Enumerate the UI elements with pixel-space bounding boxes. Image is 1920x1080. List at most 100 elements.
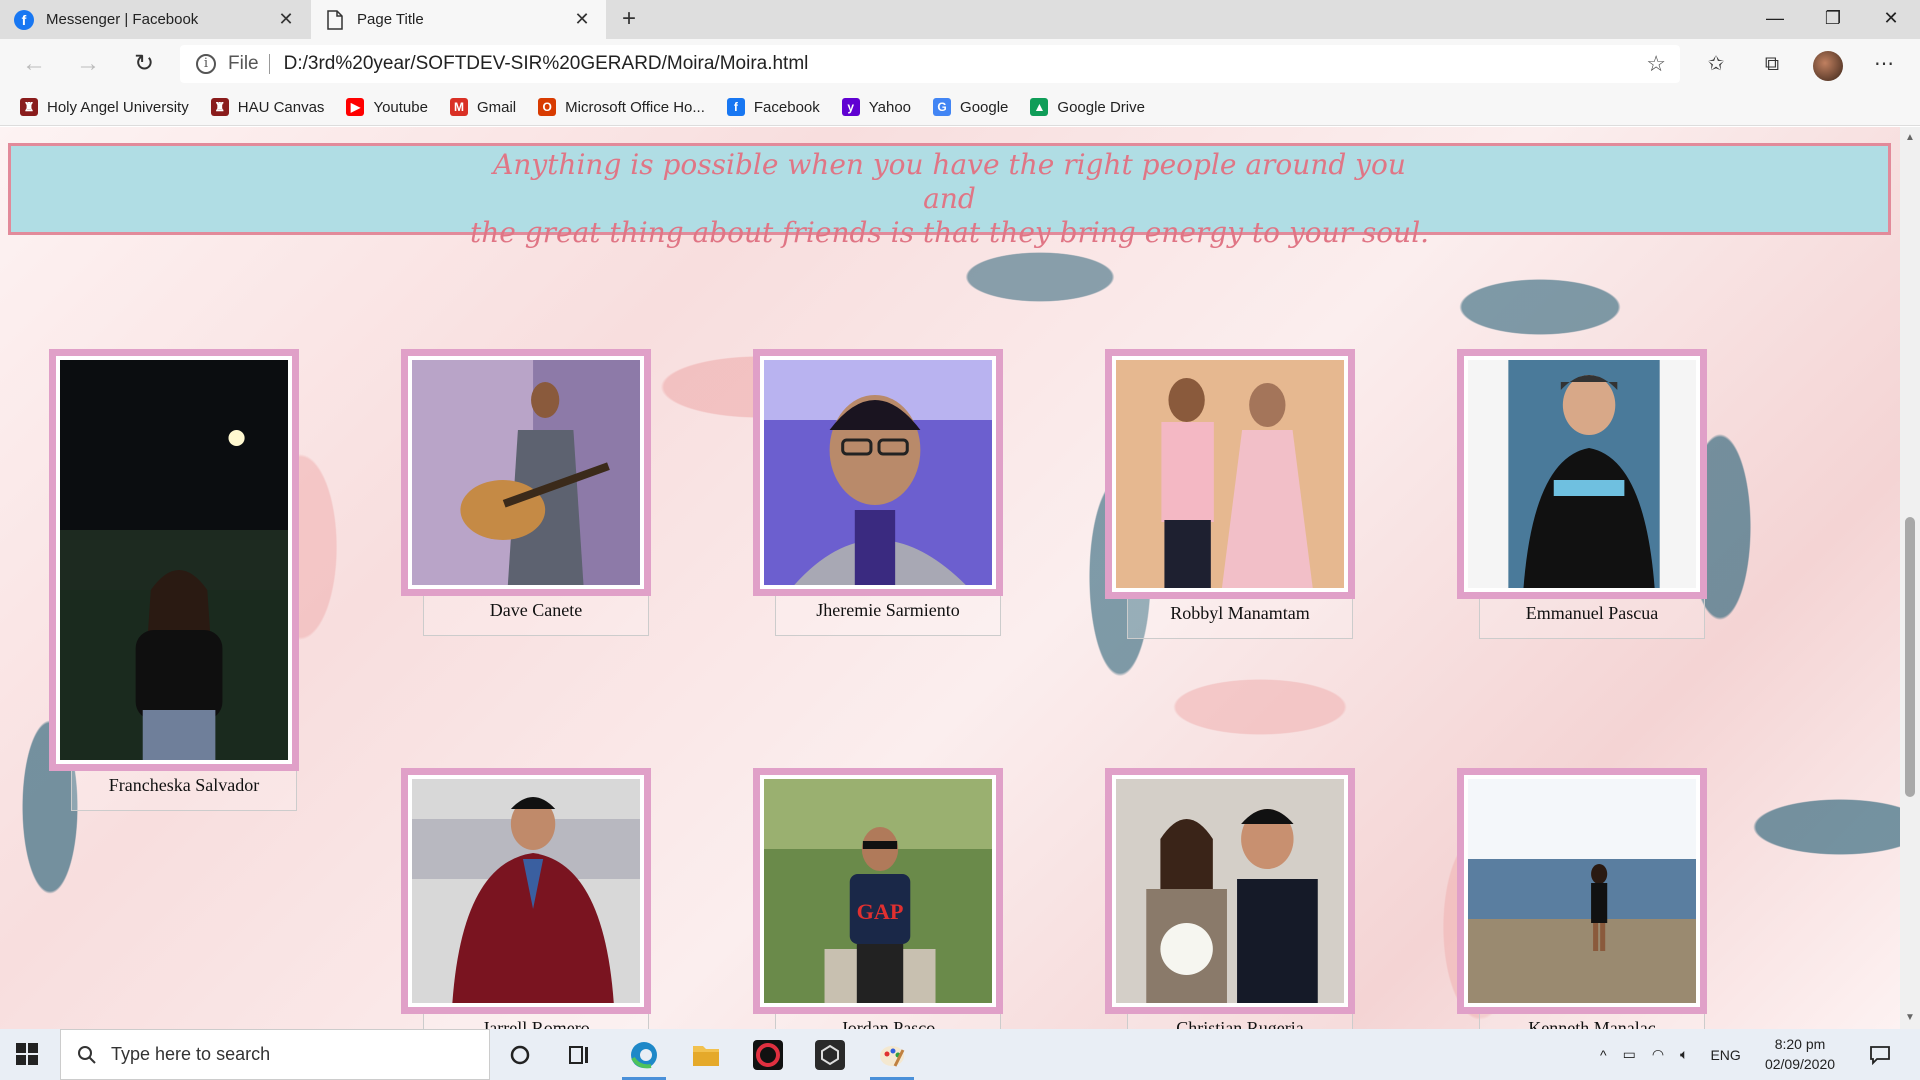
friend-name: Emmanuel Pascua: [1479, 599, 1705, 639]
divider: [268, 54, 270, 74]
youtube-icon: ▶: [346, 98, 365, 116]
friend-card: Emmanuel Pascua: [1457, 349, 1707, 639]
volume-icon[interactable]: 🔈︎: [1680, 1046, 1688, 1063]
paint-icon[interactable]: [874, 1037, 910, 1073]
bookmark-label: Gmail: [476, 98, 517, 116]
bookmark-label: Holy Angel University: [47, 98, 189, 116]
bookmark-item[interactable]: G Google: [933, 98, 1008, 116]
friend-photo: [1116, 360, 1344, 588]
friend-name: Jheremie Sarmiento: [775, 596, 1001, 636]
friend-photo: [764, 360, 992, 585]
cortana-icon[interactable]: [502, 1037, 538, 1073]
favorite-star-icon[interactable]: ☆: [1646, 51, 1666, 77]
tab-page-title[interactable]: Page Title ✕: [311, 0, 606, 39]
avatar[interactable]: [1813, 51, 1843, 81]
file-explorer-icon[interactable]: [688, 1037, 724, 1073]
google-icon: G: [933, 98, 952, 116]
photo-frame: [753, 349, 1003, 596]
yahoo-icon: y: [841, 98, 860, 116]
search-placeholder: Type here to search: [111, 1044, 271, 1064]
close-icon[interactable]: ✕: [276, 9, 296, 30]
friend-photo: GAP: [764, 779, 992, 1003]
tab-messenger[interactable]: f Messenger | Facebook ✕: [0, 0, 310, 39]
photo-frame: [1457, 349, 1707, 599]
bookmark-item[interactable]: O Microsoft Office Ho...: [538, 98, 705, 116]
friend-card: Kenneth Manalac: [1457, 768, 1707, 1029]
friend-card: Christian Rugeria: [1105, 768, 1355, 1029]
task-view-icon[interactable]: [562, 1037, 598, 1073]
window-close-button[interactable]: ✕: [1862, 0, 1920, 39]
bookmark-item[interactable]: ▲ Google Drive: [1030, 98, 1145, 116]
taskbar-search[interactable]: Type here to search: [60, 1029, 490, 1080]
quote-line-2: and: [923, 182, 976, 215]
restore-button[interactable]: ❐: [1804, 0, 1862, 39]
page-icon: [325, 9, 345, 30]
edge-browser-icon[interactable]: [626, 1037, 662, 1073]
wifi-icon[interactable]: ◠: [1652, 1046, 1664, 1063]
close-icon[interactable]: ✕: [572, 9, 592, 30]
friend-card: Francheska Salvador: [49, 349, 299, 811]
photo-frame: [1105, 349, 1355, 599]
hau-crest-icon: ♜: [20, 98, 38, 116]
friend-name: Francheska Salvador: [71, 771, 297, 811]
scroll-up-icon[interactable]: ▲: [1904, 132, 1916, 144]
refresh-button[interactable]: ↻: [128, 49, 160, 81]
bookmark-item[interactable]: ♜ HAU Canvas: [210, 98, 325, 116]
friend-card: Robbyl Manamtam: [1105, 349, 1355, 639]
bookmark-label: Google: [960, 98, 1009, 116]
friend-name: Christian Rugeria: [1127, 1014, 1353, 1029]
svg-text:f: f: [22, 12, 27, 28]
windows-start-icon[interactable]: [16, 1043, 38, 1065]
more-menu-icon[interactable]: ⋯: [1868, 49, 1900, 81]
gmail-icon: M: [449, 98, 468, 116]
language-indicator[interactable]: ENG: [1710, 1047, 1740, 1063]
app-icon-dark[interactable]: [812, 1037, 848, 1073]
info-icon[interactable]: i: [196, 54, 216, 74]
battery-icon[interactable]: ▭: [1623, 1046, 1636, 1063]
friend-photo: [412, 779, 640, 1003]
bookmark-label: HAU Canvas: [237, 98, 325, 116]
scroll-thumb[interactable]: [1905, 517, 1915, 797]
tab-title: Messenger | Facebook: [46, 11, 199, 28]
photo-frame: [401, 349, 651, 596]
scroll-down-icon[interactable]: ▼: [1904, 1012, 1916, 1024]
minimize-button[interactable]: —: [1746, 0, 1804, 39]
quote-line-1: Anything is possible when you have the r…: [493, 148, 1406, 181]
friend-name: Kenneth Manalac: [1479, 1014, 1705, 1029]
bookmark-label: Microsoft Office Ho...: [565, 98, 705, 116]
friend-name: Robbyl Manamtam: [1127, 599, 1353, 639]
bookmarks-bar: ♜ Holy Angel University ♜ HAU Canvas ▶ Youtub…: [0, 89, 1920, 126]
friend-photo: [412, 360, 640, 585]
bookmark-item[interactable]: M Gmail: [449, 98, 517, 116]
bookmark-item[interactable]: y Yahoo: [841, 98, 912, 116]
friend-name: Jarrell Romero: [423, 1014, 649, 1029]
address-bar[interactable]: i File D:/3rd%20year/SOFTDEV-SIR%20GERAR…: [180, 45, 1680, 83]
app-icon-red[interactable]: [750, 1037, 786, 1073]
time: 8:20 pm: [1774, 1036, 1826, 1052]
friend-card: Jheremie Sarmiento: [753, 349, 1003, 636]
new-tab-button[interactable]: +: [614, 4, 644, 34]
clock[interactable]: 8:20 pm 02/09/2020: [1760, 1034, 1840, 1074]
taskbar: Type here to search ^ ▭ ◠ 🔈︎ ENG 8:20 pm…: [0, 1029, 1920, 1080]
bookmark-item[interactable]: ♜ Holy Angel University: [20, 98, 189, 116]
notifications-icon[interactable]: [1862, 1037, 1898, 1073]
collections-icon[interactable]: ⧉: [1756, 49, 1788, 81]
forward-button[interactable]: →: [72, 49, 104, 81]
vertical-scrollbar[interactable]: ▲ ▼: [1900, 127, 1920, 1029]
search-icon: [78, 1045, 96, 1064]
toolbar: ← → ↻ i File D:/3rd%20year/SOFTDEV-SIR%2…: [0, 39, 1920, 89]
bookmark-label: Google Drive: [1057, 98, 1145, 116]
friend-card: Jarrell Romero: [401, 768, 651, 1029]
page-content: Anything is possible when you have the r…: [0, 127, 1900, 1029]
chevron-up-icon[interactable]: ^: [1600, 1047, 1607, 1063]
bookmark-label: Yahoo: [868, 98, 912, 116]
hau-crest-icon: ♜: [210, 98, 229, 116]
office-icon: O: [538, 98, 557, 116]
url-text[interactable]: D:/3rd%20year/SOFTDEV-SIR%20GERARD/Moira…: [284, 53, 809, 75]
bookmark-item[interactable]: f Facebook: [726, 98, 820, 116]
quote-banner: Anything is possible when you have the r…: [8, 143, 1891, 249]
photo-frame: GAP: [753, 768, 1003, 1014]
bookmark-item[interactable]: ▶ Youtube: [346, 98, 428, 116]
back-button[interactable]: ←: [18, 49, 50, 81]
favorites-icon[interactable]: ✩: [1700, 49, 1732, 81]
